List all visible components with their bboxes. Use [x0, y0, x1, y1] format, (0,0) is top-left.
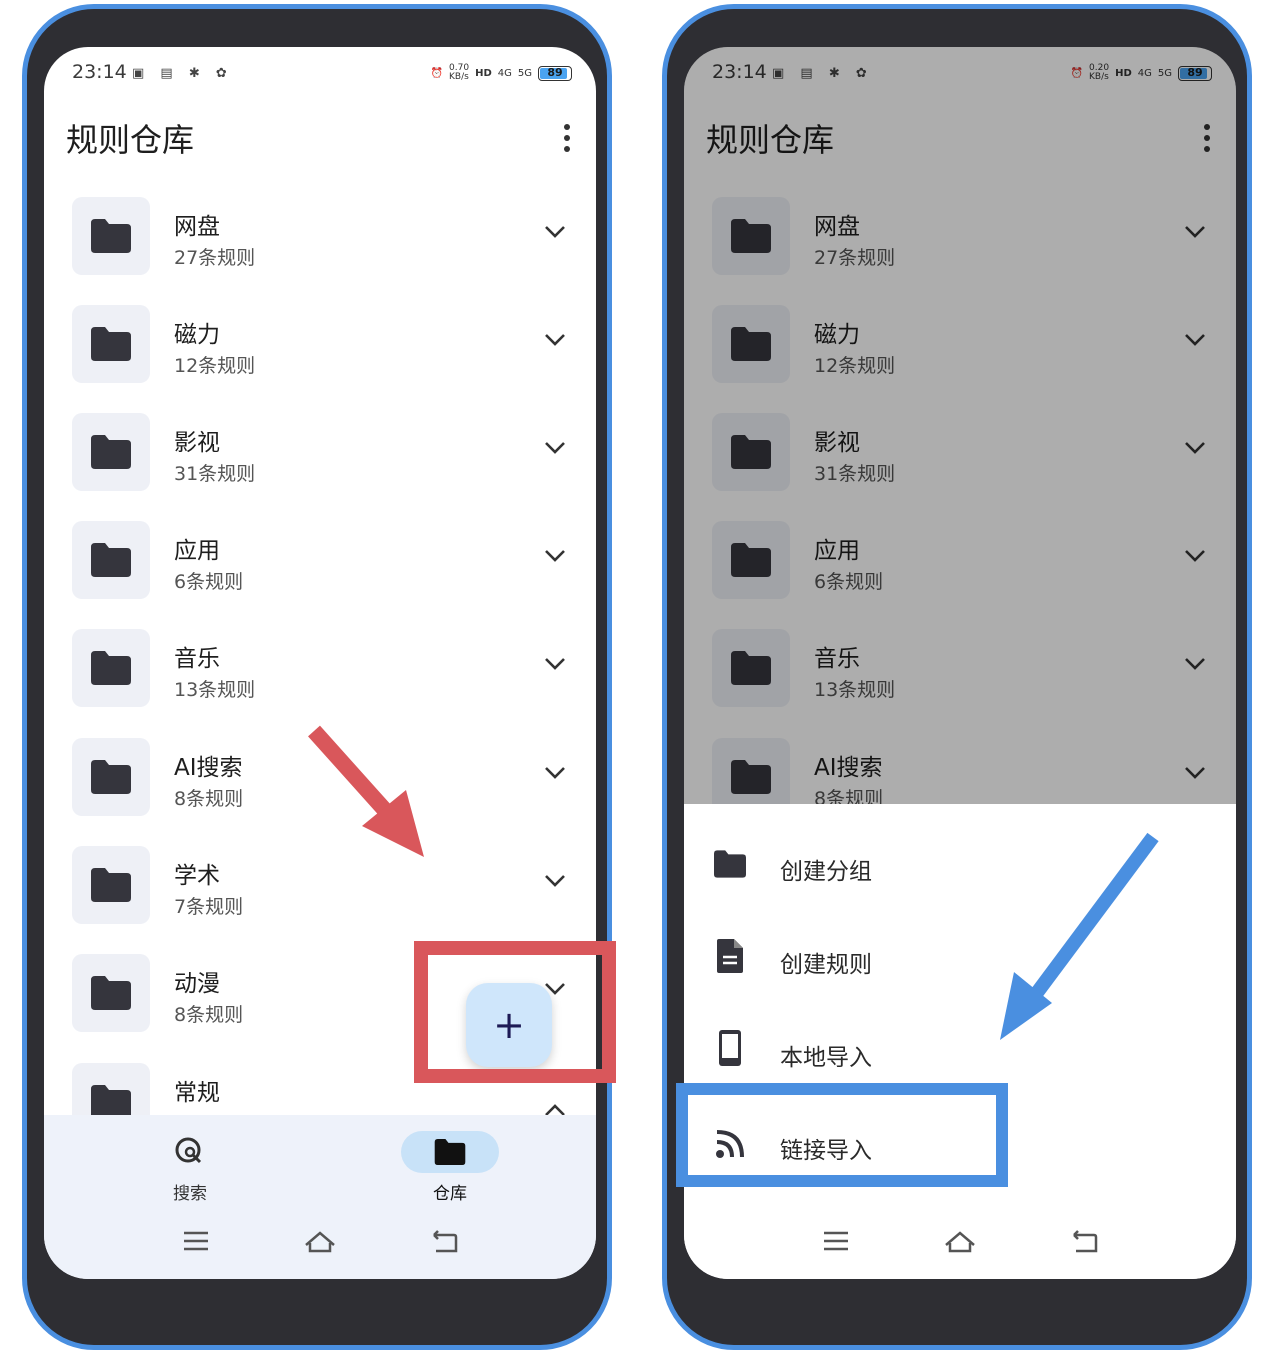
chevron-down-icon[interactable]	[544, 766, 566, 780]
signal-4g-icon: 4G	[497, 67, 512, 79]
group-count: 7条规则	[174, 896, 244, 918]
status-right-icons: ⏰ 0.70 KB/s HD 4G 5G 89	[431, 64, 572, 82]
group-row-academic[interactable]: 学术 7条规则	[44, 846, 596, 954]
nav-search[interactable]: 搜索	[130, 1131, 250, 1204]
folder-tile	[72, 305, 150, 383]
more-vert-icon[interactable]	[562, 123, 572, 153]
system-navigation	[824, 1230, 1098, 1253]
folder-icon	[91, 435, 131, 469]
group-name: 应用	[174, 538, 220, 564]
group-count: 6条规则	[174, 571, 244, 593]
blue-highlight-box	[676, 1083, 1008, 1187]
group-name: 磁力	[174, 322, 220, 348]
group-count: 8条规则	[174, 1004, 244, 1026]
red-highlight-box	[414, 941, 616, 1083]
chevron-down-icon[interactable]	[544, 549, 566, 563]
group-row-netdisk[interactable]: 网盘 27条规则	[44, 197, 596, 305]
network-speed: 0.70 KB/s	[449, 63, 470, 82]
nav-search-label: 搜索	[173, 1184, 207, 1204]
folder-icon	[91, 868, 131, 902]
signal-5g-icon: 5G	[517, 67, 532, 79]
group-row-magnet[interactable]: 磁力 12条规则	[44, 305, 596, 413]
chevron-down-icon[interactable]	[544, 333, 566, 347]
menu-item-label: 本地导入	[780, 1045, 872, 1071]
group-name: 学术	[174, 863, 220, 889]
status-bar: 23:14 ▣ ▤ ✱ ✿ ⏰ 0.70 KB/s HD 4G 5G 89	[44, 47, 596, 103]
home-icon[interactable]	[305, 1231, 335, 1253]
back-icon[interactable]	[433, 1230, 458, 1253]
chevron-down-icon[interactable]	[544, 225, 566, 239]
system-navigation	[184, 1230, 458, 1253]
folder-tile	[72, 521, 150, 599]
menu-item-label: 创建分组	[780, 859, 872, 885]
folder-tile	[72, 197, 150, 275]
page-title: 规则仓库	[66, 121, 195, 159]
folder-icon	[91, 327, 131, 361]
group-name: 影视	[174, 430, 220, 456]
menu-icon[interactable]	[824, 1231, 848, 1251]
group-row-ai-search[interactable]: AI搜索 8条规则	[44, 738, 596, 846]
left-screen: 23:14 ▣ ▤ ✱ ✿ ⏰ 0.70 KB/s HD 4G 5G 89 规则仓…	[44, 47, 596, 1279]
folder-icon	[91, 1085, 131, 1119]
back-icon[interactable]	[1073, 1230, 1098, 1253]
document-icon	[717, 939, 743, 973]
menu-item-create-rule[interactable]: 创建规则	[684, 915, 1236, 1005]
hd-icon: HD	[475, 67, 492, 79]
folder-tile	[72, 413, 150, 491]
menu-icon[interactable]	[184, 1231, 208, 1251]
bottom-sheet-menu: 创建分组 创建规则 本地导入 链接导入	[684, 804, 1236, 1279]
search-explore-icon	[175, 1137, 202, 1164]
group-count: 27条规则	[174, 247, 256, 269]
folder-tile	[72, 738, 150, 816]
group-count: 13条规则	[174, 679, 256, 701]
phone-icon	[719, 1030, 741, 1066]
folder-icon	[434, 1139, 466, 1165]
alarm-icon: ⏰	[430, 67, 444, 79]
folder-icon	[91, 651, 131, 685]
chevron-down-icon[interactable]	[544, 441, 566, 455]
folder-tile	[72, 629, 150, 707]
menu-item-label: 创建规则	[780, 952, 872, 978]
nav-repo-label: 仓库	[433, 1184, 467, 1204]
home-icon[interactable]	[945, 1231, 975, 1253]
group-row-apps[interactable]: 应用 6条规则	[44, 521, 596, 629]
folder-tile	[72, 954, 150, 1032]
group-name: 动漫	[174, 971, 220, 997]
nav-repo[interactable]: 仓库	[390, 1131, 510, 1204]
status-notification-icons: ▣ ▤ ✱ ✿	[132, 66, 233, 81]
battery-icon: 89	[538, 65, 572, 81]
folder-icon	[91, 219, 131, 253]
chevron-down-icon[interactable]	[544, 657, 566, 671]
group-count: 8条规则	[174, 788, 244, 810]
group-count: 31条规则	[174, 463, 256, 485]
menu-item-create-group[interactable]: 创建分组	[684, 822, 1236, 912]
chevron-down-icon[interactable]	[544, 874, 566, 888]
folder-icon	[91, 543, 131, 577]
folder-icon	[91, 760, 131, 794]
group-row-music[interactable]: 音乐 13条规则	[44, 629, 596, 737]
dim-overlay[interactable]	[684, 47, 1236, 804]
group-name: 音乐	[174, 646, 220, 672]
folder-icon	[714, 850, 746, 878]
folder-icon	[91, 976, 131, 1010]
left-phone: 23:14 ▣ ▤ ✱ ✿ ⏰ 0.70 KB/s HD 4G 5G 89 规则仓…	[22, 4, 612, 1350]
group-row-video[interactable]: 影视 31条规则	[44, 413, 596, 521]
group-name: AI搜索	[174, 755, 243, 781]
group-count: 12条规则	[174, 355, 256, 377]
group-name: 网盘	[174, 214, 220, 240]
group-name: 常规	[174, 1080, 220, 1106]
status-time: 23:14	[72, 61, 127, 83]
folder-tile	[72, 846, 150, 924]
